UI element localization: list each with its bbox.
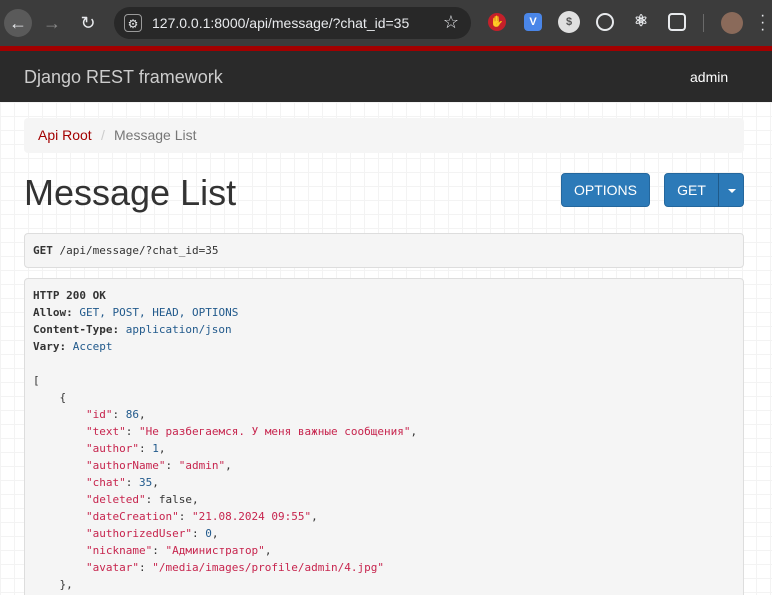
json-key: "chat" bbox=[85, 476, 126, 489]
request-path: /api/message/?chat_id=35 bbox=[52, 244, 219, 257]
user-menu[interactable]: admin bbox=[690, 69, 728, 85]
json-value: 86 bbox=[125, 408, 139, 421]
hand-extension-icon[interactable]: ✋ bbox=[488, 13, 506, 31]
json-colon: : bbox=[145, 493, 159, 506]
json-key: "deleted" bbox=[85, 493, 146, 506]
json-comma: , bbox=[152, 476, 159, 489]
json-key: "nickname" bbox=[85, 544, 153, 557]
json-colon: : bbox=[125, 476, 139, 489]
json-field-line: "author": 1, bbox=[33, 442, 165, 456]
json-colon: : bbox=[138, 561, 153, 574]
browser-toolbar: ← → ↻ ⚙ 127.0.0.1:8000/api/message/?chat… bbox=[0, 0, 772, 46]
json-open-bracket: [ bbox=[33, 374, 40, 387]
json-key: "text" bbox=[85, 425, 126, 438]
address-bar[interactable]: ⚙ 127.0.0.1:8000/api/message/?chat_id=35… bbox=[114, 7, 471, 39]
response-status: HTTP 200 OK bbox=[33, 289, 106, 302]
request-method: GET bbox=[33, 244, 53, 257]
json-comma: , bbox=[225, 459, 232, 472]
json-colon: : bbox=[178, 510, 192, 523]
site-info-icon[interactable]: ⚙ bbox=[124, 14, 142, 32]
get-format-dropdown[interactable] bbox=[718, 173, 744, 207]
json-value: 0 bbox=[205, 527, 212, 540]
json-comma: , bbox=[211, 527, 219, 540]
json-value: "admin" bbox=[178, 459, 226, 472]
target-extension-icon[interactable] bbox=[596, 13, 614, 31]
json-comma: , bbox=[264, 544, 272, 557]
json-key: "id" bbox=[85, 408, 113, 421]
puzzle-extensions-icon[interactable] bbox=[668, 13, 686, 31]
json-value: "21.08.2024 09:55" bbox=[191, 510, 312, 523]
json-colon: : bbox=[152, 544, 166, 557]
json-field-line: "nickname": "Администратор", bbox=[33, 544, 271, 558]
profile-avatar[interactable] bbox=[721, 12, 743, 34]
toolbar-divider bbox=[703, 14, 704, 32]
json-comma: , bbox=[311, 510, 318, 523]
back-arrow-icon[interactable]: ← bbox=[4, 9, 32, 37]
get-button[interactable]: GET bbox=[664, 173, 719, 207]
json-key: "author" bbox=[85, 442, 139, 455]
reload-icon[interactable]: ↻ bbox=[74, 9, 102, 37]
json-colon: : bbox=[125, 425, 139, 438]
breadcrumb-current: Message List bbox=[114, 127, 197, 143]
json-field-line: "deleted": false, bbox=[33, 493, 199, 507]
json-open-brace: { bbox=[33, 391, 67, 404]
json-value: "/media/images/profile/admin/4.jpg" bbox=[152, 561, 385, 574]
json-field-line: "dateCreation": "21.08.2024 09:55", bbox=[33, 510, 318, 524]
response-header: Content-Type: application/json bbox=[33, 323, 232, 336]
breadcrumb-api-root[interactable]: Api Root bbox=[38, 127, 92, 143]
response-header: Allow: GET, POST, HEAD, OPTIONS bbox=[33, 306, 239, 319]
json-value: false bbox=[158, 493, 192, 506]
brand-link[interactable]: Django REST framework bbox=[24, 67, 223, 88]
json-colon: : bbox=[191, 527, 206, 540]
react-extension-icon[interactable]: ⚛ bbox=[632, 13, 650, 31]
dollar-extension-icon[interactable]: $ bbox=[558, 11, 580, 33]
json-value: 35 bbox=[138, 476, 153, 489]
json-key: "dateCreation" bbox=[85, 510, 179, 523]
json-key: "avatar" bbox=[85, 561, 139, 574]
page-title: Message List bbox=[24, 172, 237, 213]
json-colon: : bbox=[138, 442, 153, 455]
json-key: "authorizedUser" bbox=[85, 527, 192, 540]
more-menu-icon[interactable]: · · · bbox=[760, 8, 766, 38]
json-value: "Администратор" bbox=[165, 544, 265, 557]
response-info: HTTP 200 OK Allow: GET, POST, HEAD, OPTI… bbox=[24, 278, 744, 595]
breadcrumb-separator: / bbox=[101, 127, 105, 143]
json-value: 1 bbox=[152, 442, 159, 455]
json-comma: , bbox=[191, 493, 199, 506]
url-text[interactable]: 127.0.0.1:8000/api/message/?chat_id=35 bbox=[152, 15, 409, 31]
request-line: GET /api/message/?chat_id=35 bbox=[33, 244, 218, 257]
json-field-line: "text": "Не разбегаемся. У меня важные с… bbox=[33, 425, 417, 439]
json-comma: , bbox=[410, 425, 418, 438]
json-comma: , bbox=[158, 442, 166, 455]
json-value: "Не разбегаемся. У меня важные сообщения… bbox=[138, 425, 411, 438]
bookmark-star-icon[interactable]: ☆ bbox=[443, 12, 459, 33]
json-close-brace: }, bbox=[33, 578, 73, 591]
navbar: Django REST framework admin bbox=[0, 51, 772, 102]
request-info: GET /api/message/?chat_id=35 bbox=[24, 233, 744, 268]
json-field-line: "authorizedUser": 0, bbox=[33, 527, 218, 541]
response-header: Vary: Accept bbox=[33, 340, 113, 353]
json-comma: , bbox=[138, 408, 146, 421]
caret-down-icon bbox=[728, 189, 736, 193]
main-content: Api Root / Message List Message List OPT… bbox=[0, 102, 772, 595]
v-extension-icon[interactable]: V bbox=[524, 13, 542, 31]
json-key: "authorName" bbox=[85, 459, 166, 472]
json-field-line: "chat": 35, bbox=[33, 476, 159, 490]
json-colon: : bbox=[112, 408, 126, 421]
breadcrumb: Api Root / Message List bbox=[24, 118, 744, 153]
json-colon: : bbox=[165, 459, 179, 472]
json-field-line: "avatar": "/media/images/profile/admin/4… bbox=[33, 561, 384, 575]
forward-arrow-icon[interactable]: → bbox=[38, 9, 66, 37]
json-field-line: "authorName": "admin", bbox=[33, 459, 232, 473]
json-field-line: "id": 86, bbox=[33, 408, 146, 422]
options-button[interactable]: OPTIONS bbox=[561, 173, 650, 207]
